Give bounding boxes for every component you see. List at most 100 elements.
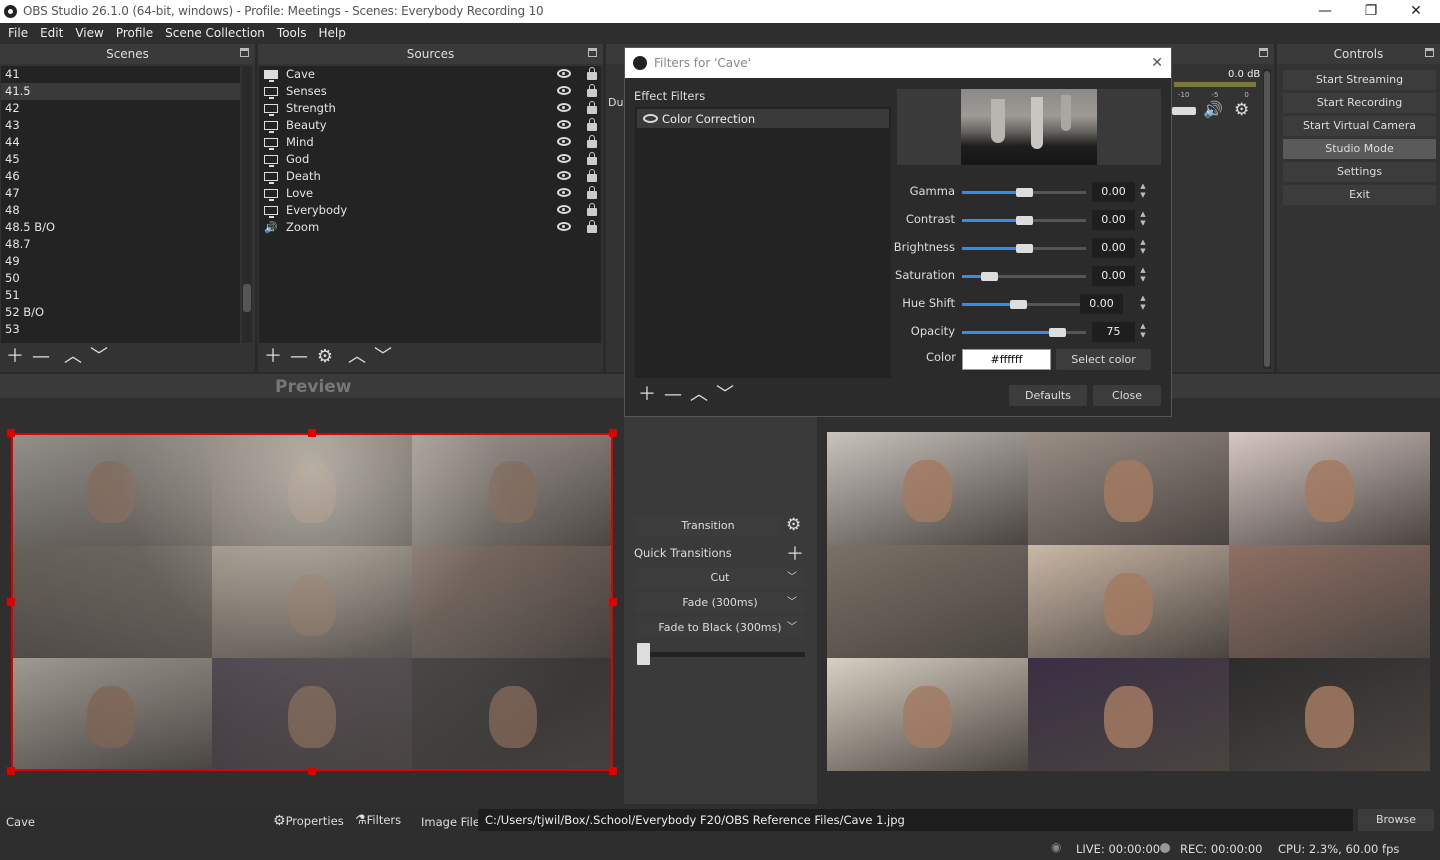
- quick-transition-fade[interactable]: Fade (300ms) ﹀: [635, 592, 805, 613]
- restore-button[interactable]: ❐: [1348, 0, 1394, 23]
- resize-handle[interactable]: [609, 429, 617, 437]
- spin-arrows-icon[interactable]: ▲ ▼: [1137, 182, 1149, 202]
- spin-arrows-icon[interactable]: ▲ ▼: [1137, 210, 1149, 230]
- menu-scene-collection[interactable]: Scene Collection: [159, 23, 271, 44]
- param-slider[interactable]: [962, 188, 1086, 197]
- slider-knob[interactable]: [1016, 244, 1033, 253]
- spin-arrows-icon[interactable]: ▲ ▼: [1137, 238, 1149, 258]
- scene-item[interactable]: 45: [1, 151, 240, 168]
- remove-filter-icon[interactable]: —: [660, 384, 686, 406]
- scrollbar-thumb[interactable]: [243, 284, 251, 312]
- move-up-icon[interactable]: ︿: [60, 346, 86, 368]
- slider-knob[interactable]: [1016, 188, 1033, 197]
- eye-icon[interactable]: [557, 222, 571, 231]
- scene-item[interactable]: 46: [1, 168, 240, 185]
- dock-float-icon[interactable]: [240, 48, 249, 57]
- add-source-icon[interactable]: ＋: [260, 346, 286, 368]
- minimize-button[interactable]: —: [1302, 0, 1348, 23]
- param-value-input[interactable]: 0.00: [1092, 182, 1135, 202]
- close-window-button[interactable]: ✕: [1393, 0, 1439, 23]
- menu-tools[interactable]: Tools: [271, 23, 313, 44]
- transition-gear-icon[interactable]: ⚙: [786, 515, 801, 535]
- lock-icon[interactable]: [587, 220, 597, 233]
- slider-knob[interactable]: [1049, 328, 1067, 337]
- resize-handle[interactable]: [7, 767, 15, 775]
- spin-arrows-icon[interactable]: ▲ ▼: [1137, 266, 1149, 286]
- scene-item[interactable]: 53: [1, 321, 240, 338]
- eye-icon[interactable]: [557, 137, 571, 146]
- speaker-icon[interactable]: 🔊: [1203, 100, 1223, 119]
- eye-icon[interactable]: [643, 114, 658, 123]
- spin-arrows-icon[interactable]: ▲ ▼: [1137, 294, 1149, 314]
- resize-handle[interactable]: [7, 598, 15, 606]
- start-recording-button[interactable]: Start Recording: [1283, 93, 1436, 113]
- eye-icon[interactable]: [557, 69, 571, 78]
- lock-icon[interactable]: [587, 67, 597, 80]
- param-value-input[interactable]: 75: [1092, 322, 1135, 342]
- mixer-gear-icon[interactable]: ⚙: [1234, 100, 1249, 120]
- eye-icon[interactable]: [557, 188, 571, 197]
- lock-icon[interactable]: [587, 84, 597, 97]
- lock-icon[interactable]: [587, 118, 597, 131]
- dock-float-icon[interactable]: [1425, 48, 1434, 57]
- resize-handle[interactable]: [7, 429, 15, 437]
- filters-button[interactable]: ⚗Filters: [355, 813, 401, 828]
- remove-source-icon[interactable]: —: [286, 346, 312, 368]
- param-slider[interactable]: [962, 272, 1086, 281]
- param-value-input[interactable]: 0.00: [1092, 266, 1135, 286]
- move-down-icon[interactable]: ﹀: [86, 346, 112, 368]
- source-item[interactable]: Senses: [259, 83, 601, 100]
- start-streaming-button[interactable]: Start Streaming: [1283, 70, 1436, 90]
- volume-slider-knob[interactable]: [1172, 107, 1196, 115]
- slider-knob[interactable]: [1016, 216, 1033, 225]
- resize-handle[interactable]: [609, 598, 617, 606]
- menu-edit[interactable]: Edit: [34, 23, 69, 44]
- studio-mode-button[interactable]: Studio Mode: [1283, 139, 1436, 159]
- lock-icon[interactable]: [587, 203, 597, 216]
- effect-filter-list[interactable]: Color Correction: [635, 107, 891, 378]
- eye-icon[interactable]: [557, 205, 571, 214]
- add-filter-icon[interactable]: ＋: [634, 384, 660, 406]
- defaults-button[interactable]: Defaults: [1009, 385, 1087, 406]
- lock-icon[interactable]: [587, 152, 597, 165]
- scene-scrollbar[interactable]: [242, 66, 252, 343]
- source-item[interactable]: Beauty: [259, 117, 601, 134]
- eye-icon[interactable]: [557, 171, 571, 180]
- param-value-input[interactable]: 0.00: [1092, 210, 1135, 230]
- lock-icon[interactable]: [587, 101, 597, 114]
- mixer-scrollbar[interactable]: [1263, 69, 1271, 369]
- scene-item[interactable]: 43: [1, 117, 240, 134]
- scene-item[interactable]: 41.5: [1, 83, 240, 100]
- exit-button[interactable]: Exit: [1283, 185, 1436, 205]
- slider-knob[interactable]: [981, 272, 999, 281]
- source-item[interactable]: 🔊 Zoom: [259, 219, 601, 236]
- param-slider[interactable]: [962, 300, 1086, 309]
- source-item[interactable]: Mind: [259, 134, 601, 151]
- param-slider[interactable]: [962, 244, 1086, 253]
- spin-arrows-icon[interactable]: ▲ ▼: [1137, 322, 1149, 342]
- select-color-button[interactable]: Select color: [1056, 349, 1151, 370]
- transition-button[interactable]: Transition: [635, 516, 781, 536]
- tbar-handle[interactable]: [637, 643, 650, 665]
- dock-float-icon[interactable]: [1259, 48, 1268, 57]
- quick-transition-cut[interactable]: Cut ﹀: [635, 567, 805, 588]
- resize-handle[interactable]: [308, 767, 316, 775]
- close-button[interactable]: Close: [1093, 385, 1161, 406]
- slider-knob[interactable]: [1009, 300, 1027, 309]
- move-down-icon[interactable]: ﹀: [370, 346, 396, 368]
- source-item[interactable]: Strength: [259, 100, 601, 117]
- lock-icon[interactable]: [587, 186, 597, 199]
- param-value-input[interactable]: 0.00: [1080, 294, 1123, 314]
- dock-float-icon[interactable]: [588, 48, 597, 57]
- scene-item[interactable]: 48.5 B/O: [1, 219, 240, 236]
- properties-button[interactable]: ⚙Properties: [273, 813, 344, 829]
- menu-view[interactable]: View: [69, 23, 109, 44]
- move-up-icon[interactable]: ︿: [344, 346, 370, 368]
- param-slider[interactable]: [962, 328, 1086, 337]
- scene-item[interactable]: 47: [1, 185, 240, 202]
- settings-button[interactable]: Settings: [1283, 162, 1436, 182]
- scene-list[interactable]: 41 41.5 42 43 44 45 46 47 48 48.5 B/O 48.7 49 50 51 52…: [1, 66, 240, 343]
- scene-item[interactable]: 41: [1, 66, 240, 83]
- start-virtual-camera-button[interactable]: Start Virtual Camera: [1283, 116, 1436, 136]
- scene-item[interactable]: 42: [1, 100, 240, 117]
